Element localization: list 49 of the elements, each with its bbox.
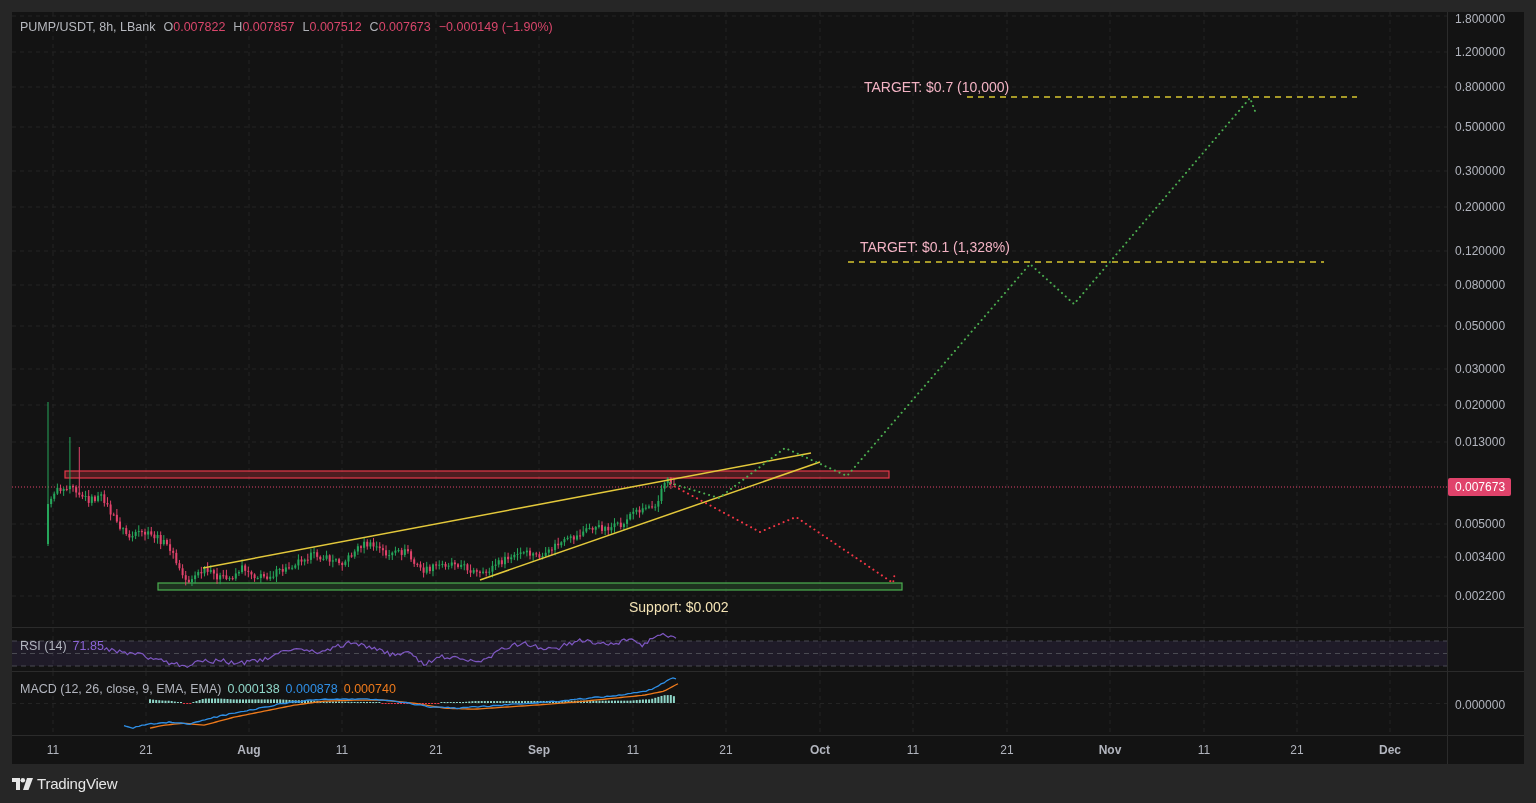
- time-axis-label: Oct: [810, 743, 830, 757]
- time-axis-label: 11: [626, 743, 640, 757]
- price-change: −0.000149 (−1.90%): [438, 20, 553, 35]
- ohlc-value: O0.007822: [163, 20, 226, 35]
- target-label: TARGET: $0.7 (10,000): [864, 79, 1010, 95]
- time-axis-label: Aug: [237, 743, 261, 757]
- time-axis-label: 11: [46, 743, 60, 757]
- rsi-title: RSI (14): [20, 638, 67, 654]
- logo-icon: [12, 777, 33, 790]
- current-price-label: 0.007673: [1448, 478, 1512, 496]
- time-axis-label: 21: [139, 743, 153, 757]
- price-axis-label: 0.020000: [1455, 398, 1506, 412]
- price-axis-label: 0.003400: [1455, 550, 1506, 564]
- time-axis-label: 21: [429, 743, 443, 757]
- price-axis-label: 0.500000: [1455, 120, 1506, 134]
- macd-value: 0.000878: [285, 681, 338, 697]
- price-axis-label: 0.030000: [1455, 362, 1506, 376]
- ohlc-value: L0.007512: [302, 20, 362, 35]
- price-axis-label: 0.300000: [1455, 164, 1506, 178]
- price-axis-label: 0.050000: [1455, 319, 1506, 333]
- time-axis-label: Sep: [528, 743, 550, 757]
- price-axis-label: 0.800000: [1455, 80, 1506, 94]
- brand-name: TradingView: [37, 775, 118, 792]
- price-axis-label: 0.005000: [1455, 517, 1506, 531]
- price-axis-label: 1.800000: [1455, 12, 1506, 26]
- target-label: TARGET: $0.1 (1,328%): [860, 239, 1010, 255]
- macd-value: 0.000740: [343, 681, 396, 697]
- ohlc-value: C0.007673: [369, 20, 431, 35]
- macd-axis-label: 0.000000: [1455, 698, 1506, 712]
- time-axis-label: 11: [1197, 743, 1211, 757]
- symbol-title: PUMP/USDT, 8h, LBank: [20, 20, 156, 35]
- price-axis-label: 0.080000: [1455, 278, 1506, 292]
- time-axis-label: 21: [1290, 743, 1304, 757]
- macd-value: 0.000138: [227, 681, 280, 697]
- rsi-value: 71.85: [72, 638, 104, 654]
- time-axis-label: Dec: [1379, 743, 1401, 757]
- time-axis-label: 21: [719, 743, 733, 757]
- price-axis-label: 1.200000: [1455, 45, 1506, 59]
- time-axis-label: 21: [1000, 743, 1014, 757]
- time-axis-label: 11: [906, 743, 920, 757]
- ohlc-value: H0.007857: [233, 20, 295, 35]
- price-axis-label: 0.002200: [1455, 589, 1506, 603]
- time-axis-label: 11: [335, 743, 349, 757]
- macd-title: MACD (12, 26, close, 9, EMA, EMA): [20, 681, 222, 697]
- price-axis-label: 0.120000: [1455, 244, 1506, 258]
- price-axis-label: 0.013000: [1455, 435, 1506, 449]
- time-axis-label: Nov: [1098, 743, 1122, 757]
- price-axis-label: 0.200000: [1455, 200, 1506, 214]
- support-label: Support: $0.002: [629, 599, 729, 615]
